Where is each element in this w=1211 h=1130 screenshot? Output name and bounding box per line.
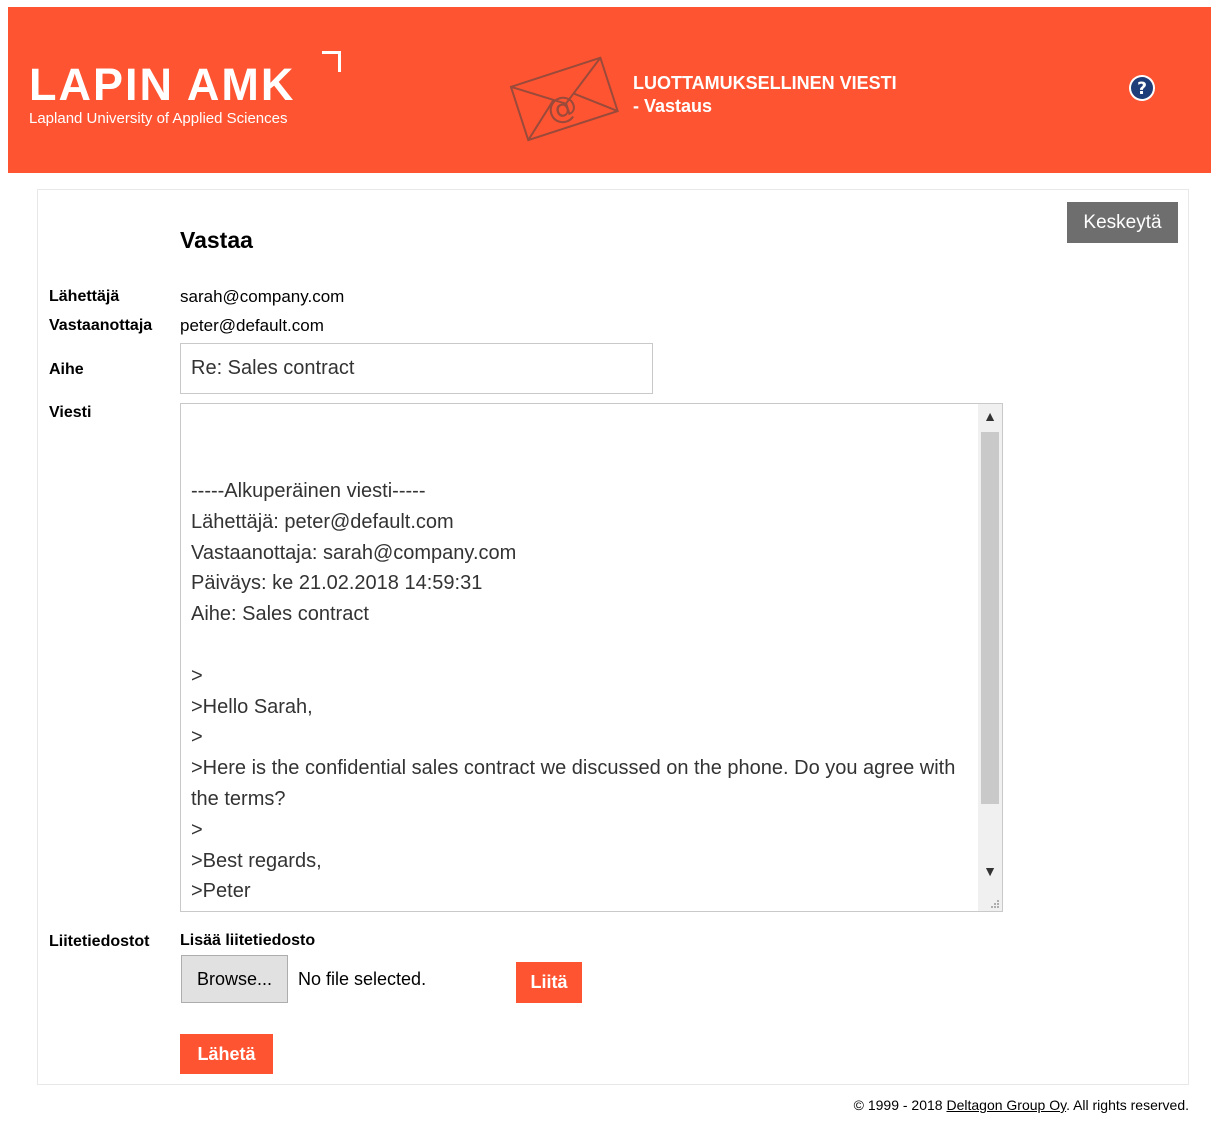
footer: © 1999 - 2018 Deltagon Group Oy. All rig… [854, 1097, 1189, 1113]
logo: LAPIN AMK [29, 59, 296, 110]
scroll-up-icon[interactable]: ▲ [978, 404, 1002, 428]
subject-label: Aihe [49, 361, 84, 378]
page-title-line1: LUOTTAMUKSELLINEN VIESTI [633, 73, 897, 93]
envelope-at-icon: @ [509, 56, 619, 142]
message-label: Viesti [49, 404, 92, 421]
add-attachment-label: Lisää liitetiedosto [180, 932, 316, 949]
message-text: -----Alkuperäinen viesti----- Lähettäjä:… [191, 480, 956, 903]
cancel-button[interactable]: Keskeytä [1067, 202, 1178, 243]
logo-corner-mark [322, 51, 341, 72]
svg-text:?: ? [1137, 79, 1147, 99]
scrollbar-thumb[interactable] [981, 432, 999, 804]
sender-value: sarah@company.com [180, 287, 345, 306]
recipient-label: Vastaanottaja [49, 317, 153, 334]
recipient-value: peter@default.com [180, 316, 324, 335]
attach-button[interactable]: Liitä [516, 962, 582, 1003]
copyright-suffix: . All rights reserved. [1066, 1097, 1189, 1113]
page-title-line2: - Vastaus [633, 96, 713, 116]
send-button[interactable]: Lähetä [180, 1034, 273, 1074]
browse-button[interactable]: Browse... [181, 955, 288, 1003]
resize-grip-icon[interactable] [988, 897, 1000, 909]
logo-subtitle: Lapland University of Applied Sciences [29, 110, 288, 127]
message-textarea[interactable]: -----Alkuperäinen viesti----- Lähettäjä:… [180, 403, 1003, 912]
sender-label: Lähettäjä [49, 288, 120, 305]
company-link[interactable]: Deltagon Group Oy [946, 1097, 1066, 1113]
copyright-prefix: © 1999 - 2018 [853, 1097, 943, 1113]
form-heading: Vastaa [180, 227, 253, 253]
subject-input[interactable]: Re: Sales contract [180, 343, 653, 394]
page-title: LUOTTAMUKSELLINEN VIESTI - Vastaus [633, 72, 897, 118]
file-status: No file selected. [298, 969, 427, 989]
subject-input-value: Re: Sales contract [191, 357, 355, 379]
scroll-down-icon[interactable]: ▼ [978, 859, 1002, 883]
attachments-label: Liitetiedostot [49, 933, 150, 950]
help-icon[interactable]: ? [1128, 74, 1156, 102]
message-scrollbar[interactable]: ▲ ▼ [978, 404, 1002, 911]
